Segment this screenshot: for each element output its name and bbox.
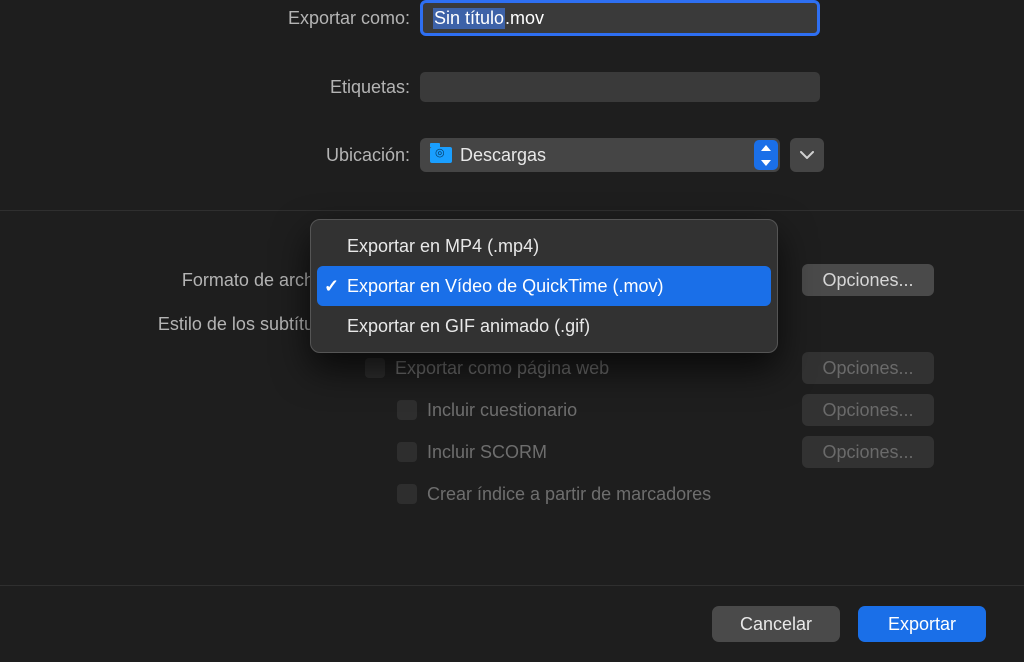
export-as-row: Exportar como: Sin título.mov [40,0,984,36]
cancel-button[interactable]: Cancelar [712,606,840,642]
export-web-label: Exportar como página web [395,358,802,379]
location-row: Ubicación: Descargas [40,138,984,172]
menu-item-mp4[interactable]: Exportar en MP4 (.mp4) [317,226,771,266]
menu-item-mov[interactable]: Exportar en Vídeo de QuickTime (.mov) [317,266,771,306]
include-quiz-row: Incluir cuestionario Opciones... [40,393,984,427]
location-label: Ubicación: [40,145,420,166]
include-quiz-label: Incluir cuestionario [427,400,802,421]
location-name: Descargas [460,145,546,166]
tags-row: Etiquetas: [40,72,984,102]
folder-icon [430,147,452,163]
tags-label: Etiquetas: [40,77,420,98]
include-scorm-options-button: Opciones... [802,436,934,468]
create-index-row: Crear índice a partir de marcadores [40,477,984,511]
stepper-icon[interactable] [754,140,778,170]
include-scorm-row: Incluir SCORM Opciones... [40,435,984,469]
filename-input[interactable]: Sin título.mov [420,0,820,36]
create-index-checkbox[interactable] [397,484,417,504]
footer-divider [0,585,1024,586]
export-button[interactable]: Exportar [858,606,986,642]
include-quiz-options-button: Opciones... [802,394,934,426]
subtitle-style-label: Estilo de los subtítulos: [40,314,350,335]
include-scorm-label: Incluir SCORM [427,442,802,463]
chevron-down-icon [800,151,814,159]
file-format-options-button[interactable]: Opciones... [802,264,934,296]
tags-input[interactable] [420,72,820,102]
filename-rest-part: .mov [505,8,544,29]
export-web-row: Exportar como página web Opciones... [40,351,984,385]
export-web-checkbox[interactable] [365,358,385,378]
export-as-label: Exportar como: [40,8,420,29]
create-index-label: Crear índice a partir de marcadores [427,484,984,505]
filename-selected-part: Sin título [433,8,505,29]
export-web-options-button: Opciones... [802,352,934,384]
top-section: Exportar como: Sin título.mov Etiquetas:… [0,0,1024,210]
include-scorm-checkbox[interactable] [397,442,417,462]
footer: Cancelar Exportar [0,588,1024,662]
expand-button[interactable] [790,138,824,172]
include-quiz-checkbox[interactable] [397,400,417,420]
file-format-label: Formato de archivo: [40,270,350,291]
mid-section: Formato de archivo: Opciones... Estilo d… [0,211,1024,547]
menu-item-gif[interactable]: Exportar en GIF animado (.gif) [317,306,771,346]
file-format-menu: Exportar en MP4 (.mp4) Exportar en Vídeo… [310,219,778,353]
location-select[interactable]: Descargas [420,138,780,172]
